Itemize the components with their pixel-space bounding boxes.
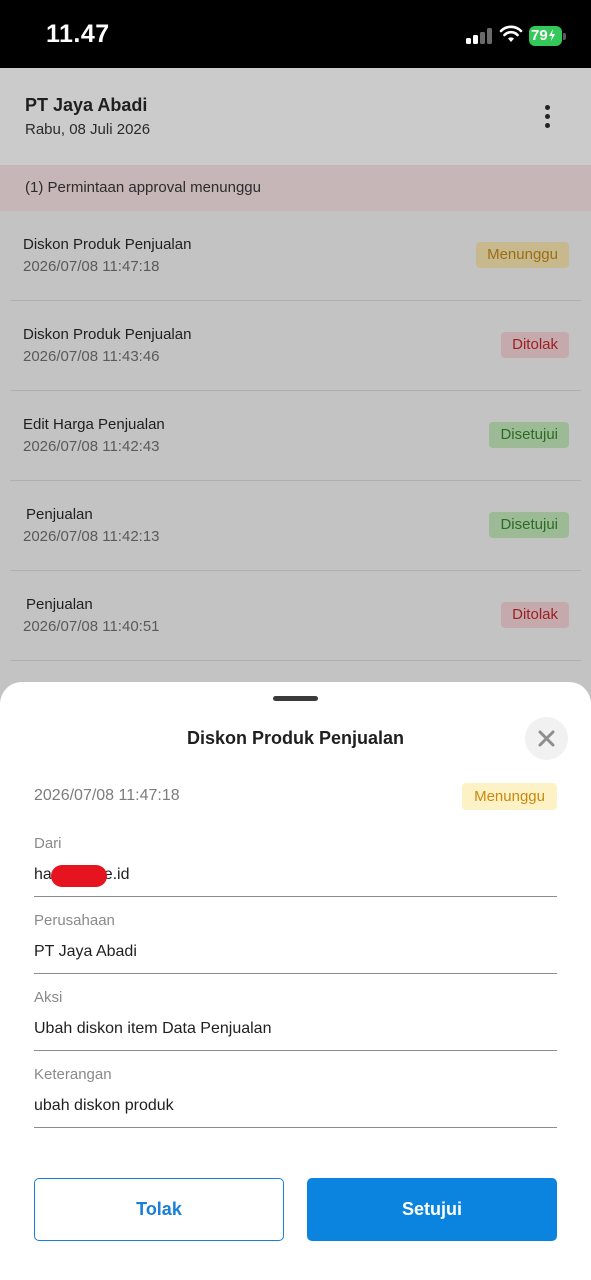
header-date: Rabu, 08 Juli 2026 <box>25 121 151 138</box>
item-time: 2026/07/08 11:40:51 <box>23 618 160 635</box>
request-list: Diskon Produk Penjualan 2026/07/08 11:47… <box>0 211 591 661</box>
more-vertical-icon[interactable] <box>540 102 556 130</box>
field-value: PT Jaya Abadi <box>34 943 137 960</box>
app-header: PT Jaya Abadi Rabu, 08 Juli 2026 <box>0 68 591 165</box>
request-time: 2026/07/08 11:47:18 <box>34 787 180 804</box>
item-title: Edit Harga Penjualan <box>23 416 165 433</box>
pending-banner-text: (1) Permintaan approval menunggu <box>25 179 261 196</box>
field-label: Keterangan <box>34 1066 112 1083</box>
list-item[interactable]: Diskon Produk Penjualan 2026/07/08 11:43… <box>10 301 581 391</box>
close-icon <box>538 730 555 747</box>
item-title: Penjualan <box>26 596 93 613</box>
field-label: Perusahaan <box>34 912 115 929</box>
item-time: 2026/07/08 11:42:13 <box>23 528 160 545</box>
field-action: Aksi Ubah diskon item Data Penjualan <box>34 989 557 1051</box>
status-time: 11.47 <box>46 20 110 48</box>
field-label: Aksi <box>34 989 63 1006</box>
item-title: Diskon Produk Penjualan <box>23 236 192 253</box>
field-label: Dari <box>34 835 62 852</box>
status-badge: Ditolak <box>501 332 569 358</box>
item-title: Penjualan <box>26 506 93 523</box>
signal-icon <box>466 28 494 44</box>
request-detail-sheet: Diskon Produk Penjualan 2026/07/08 11:47… <box>0 682 591 1280</box>
close-button[interactable] <box>525 717 568 760</box>
field-value: ubah diskon produk <box>34 1097 174 1114</box>
list-item[interactable]: Penjualan 2026/07/08 11:40:51 Ditolak <box>10 571 581 661</box>
sheet-title: Diskon Produk Penjualan <box>186 728 405 748</box>
status-badge: Menunggu <box>462 783 557 810</box>
redaction-mark <box>51 865 107 887</box>
status-badge: Disetujui <box>489 512 569 538</box>
item-title: Diskon Produk Penjualan <box>23 326 192 343</box>
item-time: 2026/07/08 11:42:43 <box>23 438 160 455</box>
reject-button[interactable]: Tolak <box>34 1178 284 1241</box>
item-time: 2026/07/08 11:47:18 <box>23 258 160 275</box>
field-note: Keterangan ubah diskon produk <box>34 1066 557 1128</box>
approve-button[interactable]: Setujui <box>307 1178 557 1241</box>
field-from: Dari ha ee.id <box>34 835 557 897</box>
status-badge: Ditolak <box>501 602 569 628</box>
status-badge: Disetujui <box>489 422 569 448</box>
status-badge: Menunggu <box>476 242 569 268</box>
battery-icon: 79 <box>529 26 566 46</box>
list-item[interactable]: Penjualan 2026/07/08 11:42:13 Disetujui <box>10 481 581 571</box>
field-value: Ubah diskon item Data Penjualan <box>34 1020 272 1037</box>
wifi-icon <box>499 24 523 44</box>
list-item[interactable]: Diskon Produk Penjualan 2026/07/08 11:47… <box>10 211 581 301</box>
company-name: PT Jaya Abadi <box>25 95 148 115</box>
sheet-drag-handle[interactable] <box>273 696 318 701</box>
pending-approval-banner[interactable]: (1) Permintaan approval menunggu <box>0 165 591 211</box>
battery-level: 79 <box>531 27 548 44</box>
list-item[interactable]: Edit Harga Penjualan 2026/07/08 11:42:43… <box>10 391 581 481</box>
field-company: Perusahaan PT Jaya Abadi <box>34 912 557 974</box>
status-bar: 11.47 79 <box>0 0 591 68</box>
item-time: 2026/07/08 11:43:46 <box>23 348 160 365</box>
